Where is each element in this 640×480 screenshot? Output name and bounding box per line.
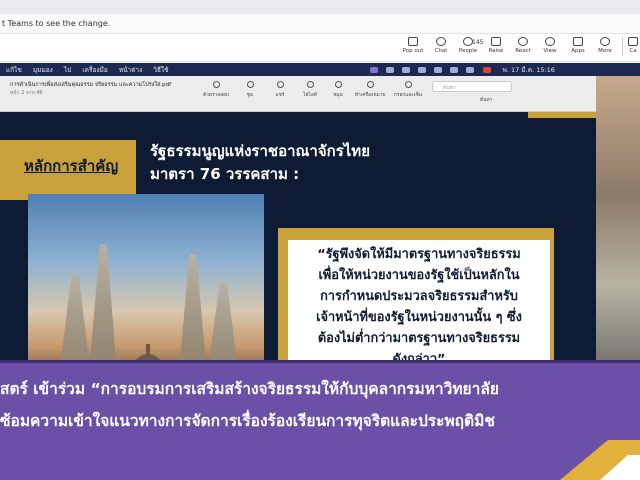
battery-icon[interactable] bbox=[418, 67, 427, 73]
slide-title-line1: รัฐธรรมนูญแห่งราชอาณาจักรไทย bbox=[150, 142, 370, 160]
more-button[interactable]: More bbox=[592, 37, 618, 54]
raise-hand-button[interactable]: Raise bbox=[483, 37, 509, 54]
menu-bar-clock[interactable]: พ. 17 มี.ค. 15:16 bbox=[503, 66, 555, 74]
mac-menu-bar: แก้ไข มุมมอง ไป เครื่องมือ หน้าต่าง วิธี… bbox=[0, 63, 640, 76]
chat-icon bbox=[436, 37, 446, 46]
people-button[interactable]: 145 People bbox=[455, 37, 484, 54]
markup-button[interactable]: ทำเครื่องหมาย bbox=[350, 81, 390, 99]
wifi-icon[interactable] bbox=[434, 67, 443, 73]
share-icon bbox=[276, 81, 284, 88]
teams-notice: t Teams to see the change. bbox=[0, 14, 640, 34]
monument-photo bbox=[28, 194, 264, 384]
menu-view[interactable]: มุมมอง bbox=[33, 66, 53, 74]
notification-icon[interactable] bbox=[482, 67, 491, 73]
teams-toolbar: Pop out Chat 145 People Raise React View… bbox=[0, 34, 640, 62]
desktop-background bbox=[596, 76, 640, 376]
inspector-icon bbox=[212, 81, 220, 88]
app-menu: แก้ไข มุมมอง ไป เครื่องมือ หน้าต่าง วิธี… bbox=[6, 65, 178, 75]
people-count: 145 bbox=[472, 39, 484, 46]
menu-help[interactable]: วิธีใช้ bbox=[153, 66, 168, 74]
caption-line2: ซ้อมความเข้าใจแนวทางการจัดการเรื่องร้องเ… bbox=[0, 412, 495, 430]
pdf-search-input[interactable]: ค้นหา bbox=[432, 81, 512, 92]
control-center-icon[interactable] bbox=[466, 67, 475, 73]
menu-go[interactable]: ไป bbox=[64, 66, 71, 74]
slide-title: รัฐธรรมนูญแห่งราชอาณาจักรไทย มาตรา 76 วร… bbox=[150, 140, 370, 186]
pop-out-icon bbox=[408, 37, 418, 46]
apps-icon bbox=[573, 37, 583, 46]
fill-sign-button[interactable]: กรอกและเซ็น bbox=[388, 81, 428, 99]
zoom-icon bbox=[246, 81, 254, 88]
slide-title-line2: มาตรา 76 วรรคสาม : bbox=[150, 165, 300, 183]
pdf-toolbar: การดำเนินการเพื่อส่งเสริมคุณธรรม จริยธรร… bbox=[0, 76, 596, 112]
markup-icon bbox=[366, 81, 374, 88]
pdf-slide: หลักการสำคัญ รัฐธรรมนูญแห่งราชอาณาจักรไท… bbox=[0, 112, 596, 384]
slide-header: หลักการสำคัญ bbox=[24, 157, 119, 175]
menu-tools[interactable]: เครื่องมือ bbox=[82, 66, 107, 74]
status-icons: พ. 17 มี.ค. 15:16 bbox=[370, 65, 555, 75]
pdf-page-count: หน้า 2 จาก 48 bbox=[10, 90, 43, 96]
chat-button[interactable]: Chat bbox=[428, 37, 454, 54]
fill-sign-icon bbox=[404, 81, 412, 88]
search-icon[interactable] bbox=[450, 67, 459, 73]
react-icon bbox=[518, 37, 528, 46]
camera-icon bbox=[628, 37, 638, 46]
raise-hand-icon bbox=[491, 37, 501, 46]
extension-icon[interactable] bbox=[386, 67, 395, 73]
caption-line1: สตร์ เข้าร่วม “การอบรมการเสริมสร้างจริยธ… bbox=[0, 380, 499, 398]
menu-window[interactable]: หน้าต่าง bbox=[119, 66, 142, 74]
rotate-icon bbox=[334, 81, 342, 88]
react-button[interactable]: React bbox=[510, 37, 536, 54]
screen-share-icon[interactable] bbox=[370, 67, 378, 73]
highlight-icon bbox=[306, 81, 314, 88]
view-icon bbox=[545, 37, 555, 46]
pdf-title: การดำเนินการเพื่อส่งเสริมคุณธรรม จริยธรร… bbox=[10, 82, 172, 88]
apps-button[interactable]: Apps bbox=[565, 37, 591, 54]
view-button[interactable]: View bbox=[537, 37, 563, 54]
toolbar-divider bbox=[622, 38, 623, 56]
cloud-icon[interactable] bbox=[402, 67, 411, 73]
constitution-quote: “รัฐพึงจัดให้มีมาตรฐานทางจริยธรรม เพื่อใ… bbox=[316, 247, 522, 367]
menu-edit[interactable]: แก้ไข bbox=[6, 66, 22, 74]
pop-out-button[interactable]: Pop out bbox=[400, 37, 426, 54]
caption-banner-edge bbox=[0, 360, 640, 363]
pdf-search-label: ค้นหา bbox=[480, 98, 493, 103]
camera-button[interactable]: Ca bbox=[626, 37, 640, 54]
top-gradient bbox=[0, 0, 640, 14]
more-icon bbox=[600, 37, 610, 46]
slide-gold-accent bbox=[528, 112, 596, 118]
